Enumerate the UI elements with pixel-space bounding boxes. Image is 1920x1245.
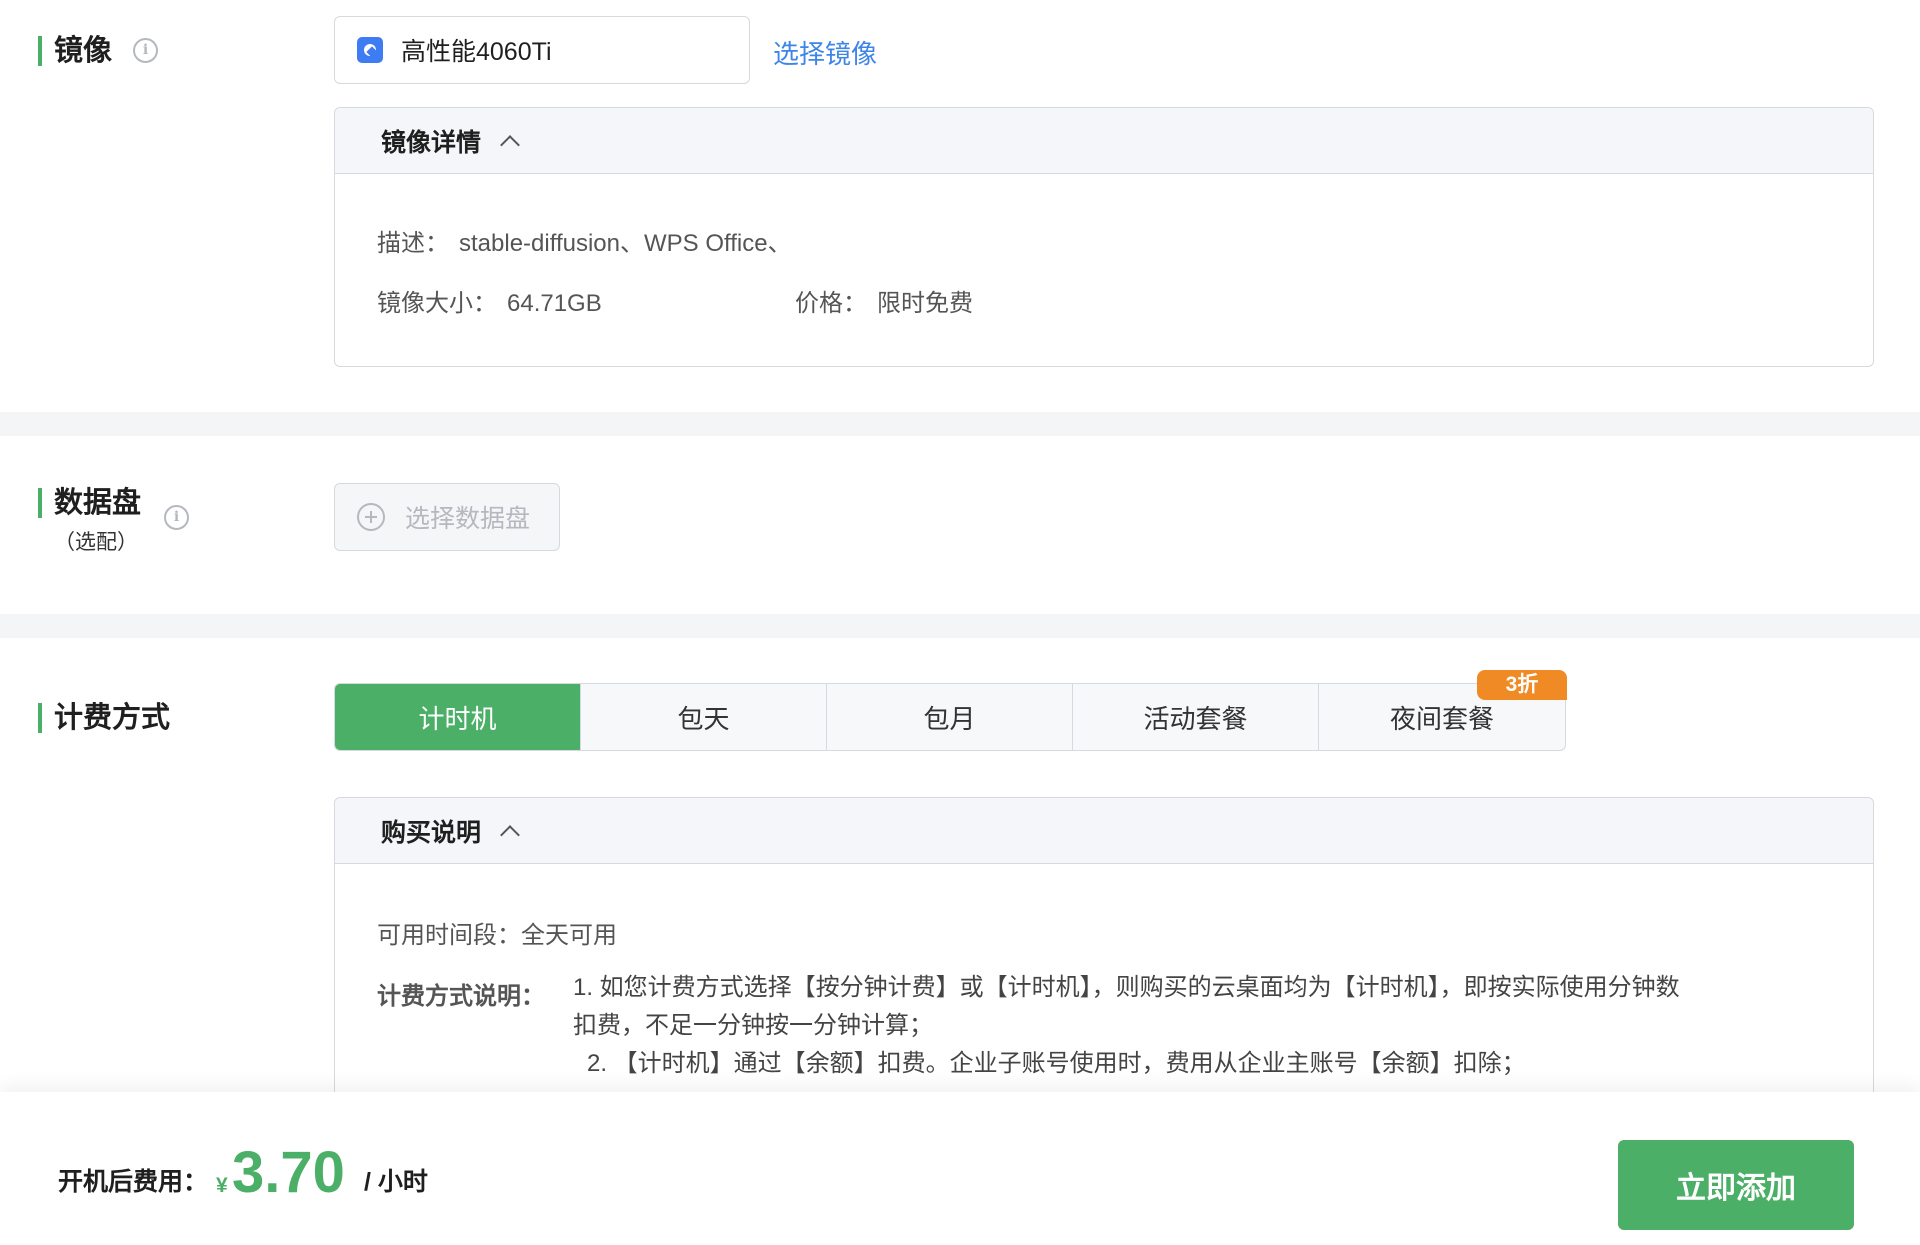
time-label: 可用时间段： [377,922,521,949]
chevron-up-icon [500,824,520,845]
data-disk-section-label: 数据盘 [38,488,141,518]
billing-method-label: 计费方式说明： [377,983,545,1010]
size-value: 64.71GB [507,290,602,317]
footer-bar: 开机后费用： ¥ 3.70 / 小时 立即添加 [0,1092,1920,1245]
fee-unit: / 小时 [364,1168,428,1196]
tab-label: 包月 [923,703,976,734]
tab-hourly[interactable]: 计时机 [335,684,581,750]
chevron-up-icon [500,134,520,155]
data-disk-card [0,436,1920,614]
fee-label: 开机后费用： [58,1168,209,1196]
image-icon [357,37,383,63]
fee-currency: ¥ [216,1174,228,1197]
purchase-info-title: 购买说明 [381,818,482,847]
tab-label: 夜间套餐 [1389,703,1494,734]
time-value: 全天可用 [521,922,617,949]
data-disk-optional-label: （选配） [54,531,138,554]
select-data-disk-button[interactable]: 选择数据盘 [334,483,560,551]
image-details-header[interactable]: 镜像详情 [335,108,1873,174]
tab-label: 活动套餐 [1143,703,1248,734]
price-value: 限时免费 [877,290,973,317]
selected-image-name: 高性能4060Ti [401,38,552,66]
image-section-label: 镜像 [38,36,112,66]
billing-method-line-1b: 扣费，不足一分钟按一分钟计算； [573,1012,933,1039]
available-time: 可用时间段：全天可用 [377,915,617,950]
tab-label: 包天 [677,703,730,734]
tab-night[interactable]: 夜间套餐 3折 [1319,670,1567,750]
desc-value: stable-diffusion、WPS Office、 [459,230,792,257]
add-now-button[interactable]: 立即添加 [1618,1140,1854,1230]
tab-monthly[interactable]: 包月 [827,684,1073,750]
desc-label: 描述： [377,230,449,257]
image-price: 价格： 限时免费 [795,283,973,318]
billing-section-label: 计费方式 [38,703,170,733]
discount-badge: 3折 [1477,670,1567,700]
image-details-panel: 镜像详情 描述： stable-diffusion、WPS Office、 镜像大… [334,107,1874,367]
info-icon[interactable]: i [133,38,158,63]
billing-method-line-1: 1. 如您计费方式选择【按分钟计费】或【计时机】，则购买的云桌面均为【计时机】，… [573,974,1680,1001]
tab-label: 计时机 [418,703,497,734]
fee-amount: 3.70 [232,1140,345,1205]
selected-image-field[interactable]: 高性能4060Ti [334,16,750,84]
purchase-info-panel: 购买说明 可用时间段：全天可用 计费方式说明： 1. 如您计费方式选择【按分钟计… [334,797,1874,1117]
select-data-disk-label: 选择数据盘 [405,505,531,533]
billing-method-line-2: 2. 【计时机】通过【余额】扣费。企业子账号使用时，费用从企业主账号【余额】扣除… [587,1050,1526,1077]
image-card: 镜像 i 高性能4060Ti 选择镜像 镜像详情 描述： stable-diffu… [0,0,1920,412]
info-icon[interactable]: i [164,505,189,530]
billing-tabs: 计时机 包天 包月 活动套餐 夜间套餐 3折 [334,670,1567,751]
image-size: 镜像大小： 64.71GB [377,283,602,318]
tab-daily[interactable]: 包天 [581,684,827,750]
purchase-info-header[interactable]: 购买说明 [335,798,1873,864]
select-image-link[interactable]: 选择镜像 [773,34,877,71]
plus-circle-icon [357,503,385,531]
size-label: 镜像大小： [377,290,497,317]
tab-promotion[interactable]: 活动套餐 [1073,684,1319,750]
image-details-title: 镜像详情 [381,128,482,157]
image-description: 描述： stable-diffusion、WPS Office、 [377,223,792,258]
price-label: 价格： [795,290,867,317]
